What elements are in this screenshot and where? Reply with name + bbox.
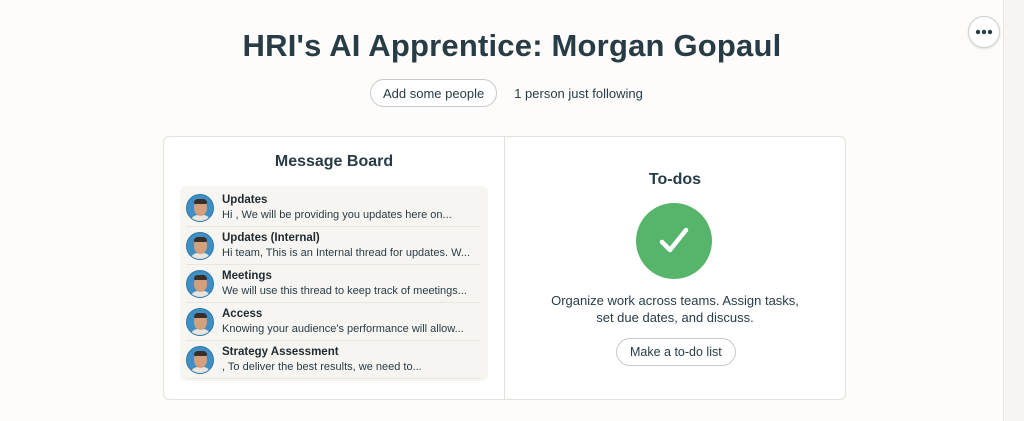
project-tools-card: Message Board Updates Hi , We will be pr… [163,136,846,400]
page-title: HRI's AI Apprentice: Morgan Gopaul [242,28,782,63]
todos-title[interactable]: To-dos [505,171,845,189]
message-subject: Updates [222,193,268,206]
people-row: Add some people 1 person just following [370,78,643,108]
message-board-tool[interactable]: Message Board Updates Hi , We will be pr… [164,137,505,399]
add-people-button[interactable]: Add some people [370,79,498,107]
todos-tool[interactable]: To-dos Organize work across teams. Assig… [505,137,845,399]
message-subject: Updates (Internal) [222,231,320,244]
avatar [186,345,214,374]
message-excerpt: We will use this thread to keep track of… [222,284,467,297]
message-item-access[interactable]: Access Knowing your audience's performan… [186,303,480,341]
message-excerpt: Hi team, This is an Internal thread for … [222,246,471,259]
message-item-strategy-assessment[interactable]: Strategy Assessment , To deliver the bes… [186,341,480,379]
message-subject: Strategy Assessment [222,345,339,358]
message-subject: Access [222,307,263,320]
avatar [186,231,214,260]
avatar [186,193,214,222]
avatar [186,269,214,298]
message-list: Updates Hi , We will be providing you up… [180,186,488,381]
make-todo-list-button[interactable]: Make a to-do list [616,338,736,366]
message-subject: Meetings [222,269,272,282]
message-item-meetings[interactable]: Meetings We will use this thread to keep… [186,265,480,303]
message-item-updates-internal[interactable]: Updates (Internal) Hi team, This is an I… [186,227,480,265]
message-board-title[interactable]: Message Board [164,153,504,171]
todos-description: Organize work across teams. Assign tasks… [551,293,799,325]
avatar [186,307,214,336]
checkmark-icon [636,203,712,279]
message-excerpt: Hi , We will be providing you updates he… [222,208,452,221]
following-count: 1 person just following [514,85,643,101]
message-item-updates[interactable]: Updates Hi , We will be providing you up… [186,189,480,227]
message-excerpt: , To deliver the best results, we need t… [222,360,422,373]
message-excerpt: Knowing your audience's performance will… [222,322,464,335]
